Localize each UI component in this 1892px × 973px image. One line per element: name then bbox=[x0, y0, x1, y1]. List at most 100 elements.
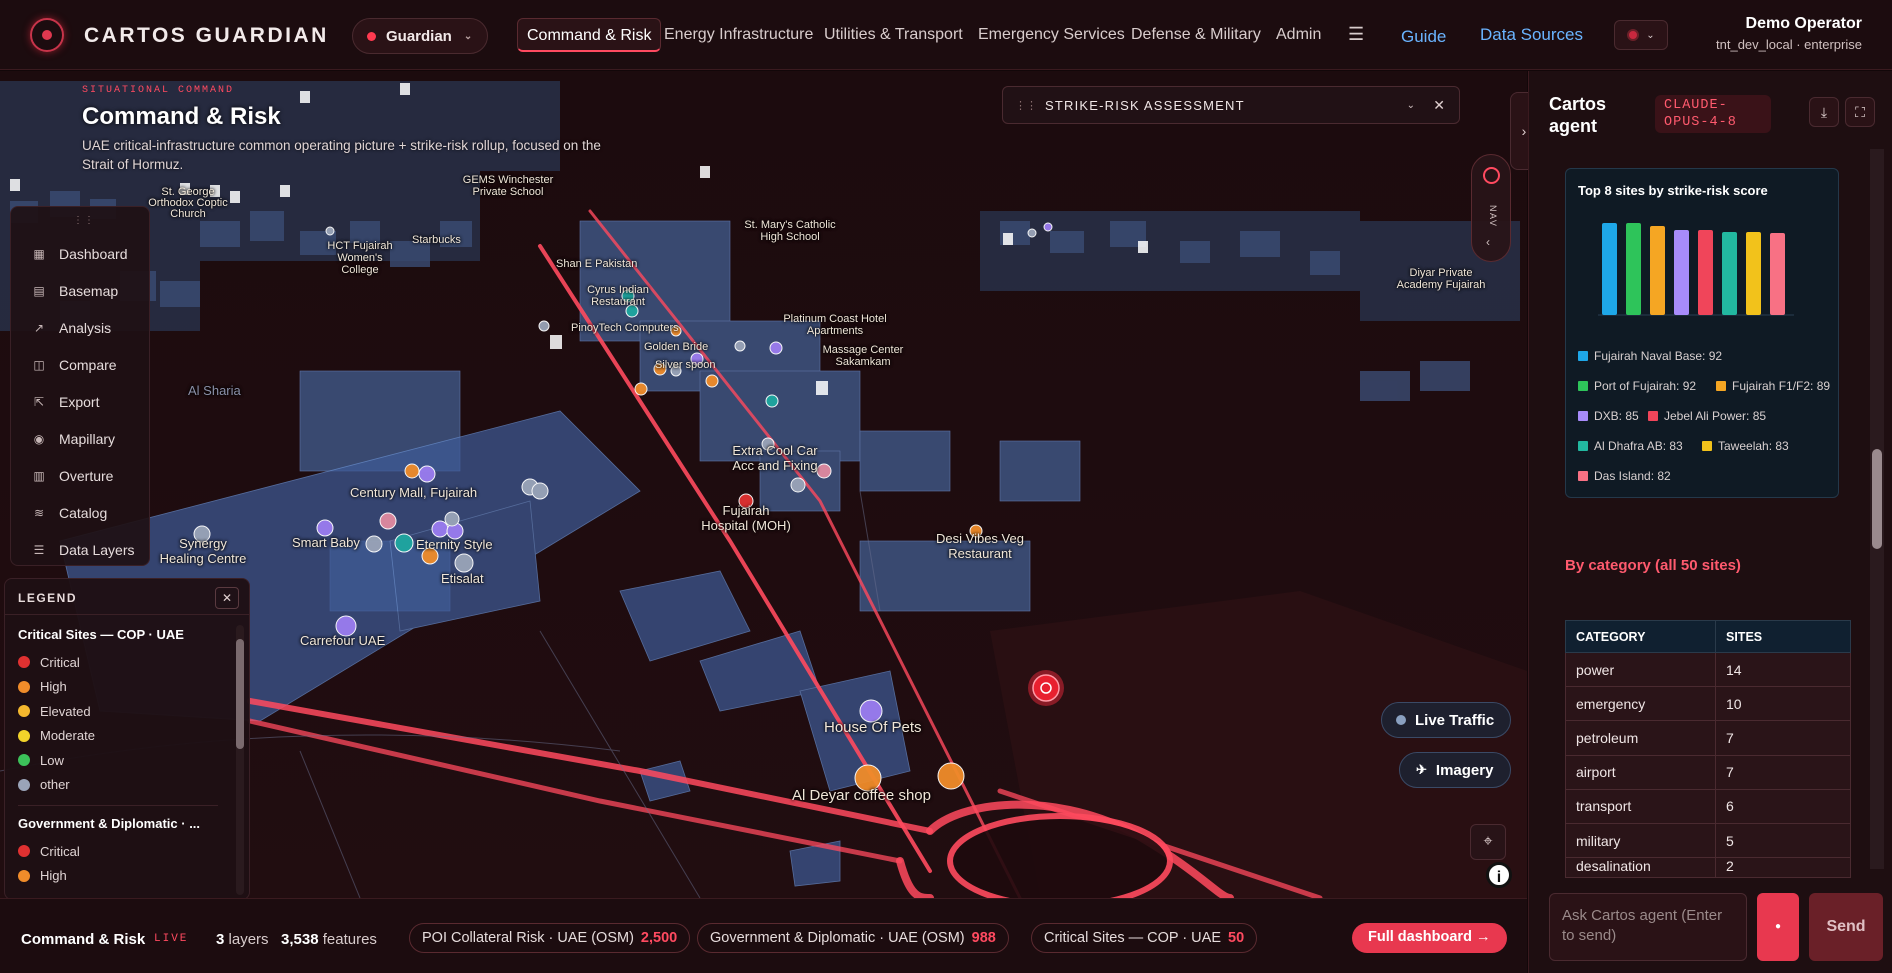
map-label[interactable]: HCT Fujairah Women's College bbox=[320, 240, 400, 276]
menu-icon[interactable]: ☰ bbox=[1348, 24, 1364, 45]
tab-defense-military[interactable]: Defense & Military bbox=[1131, 26, 1261, 44]
chart-bar[interactable]: Fujairah F1/F2 bbox=[1650, 226, 1665, 315]
data-sources-link[interactable]: Data Sources bbox=[1480, 25, 1583, 45]
imagery-button[interactable]: ✈ Imagery bbox=[1399, 752, 1511, 788]
map-label[interactable]: Fujairah Hospital (MOH) bbox=[700, 503, 792, 533]
workspace-selector[interactable]: Guardian ⌄ bbox=[352, 18, 488, 54]
agent-input[interactable]: Ask Cartos agent (Enter to send) bbox=[1549, 893, 1747, 961]
expand-icon[interactable]: ⛶ bbox=[1845, 97, 1875, 127]
map-label[interactable]: Smart Baby bbox=[292, 535, 360, 550]
map-label[interactable]: Al Deyar coffee shop bbox=[792, 787, 931, 804]
chart-legend-item: Das Island: 82 bbox=[1578, 469, 1671, 483]
chevron-down-icon[interactable]: ⌄ bbox=[1407, 100, 1415, 111]
chart-bar[interactable]: DXB bbox=[1674, 230, 1689, 315]
info-icon[interactable]: i bbox=[1486, 862, 1512, 888]
legend-label: Al Dhafra AB: 83 bbox=[1594, 439, 1683, 453]
map-label[interactable]: Carrefour UAE bbox=[300, 633, 385, 648]
map-label[interactable]: Massage Center Sakamkam bbox=[818, 344, 908, 368]
map-label[interactable]: St. Mary's Catholic High School bbox=[742, 219, 838, 243]
record-dropdown-button[interactable]: ⌄ bbox=[1614, 20, 1668, 50]
features-count: 3,538 features bbox=[281, 931, 377, 948]
tab-energy-infrastructure[interactable]: Energy Infrastructure bbox=[664, 26, 813, 44]
layer-chip-government[interactable]: Government & Diplomatic · UAE (OSM) 988 bbox=[697, 923, 1009, 953]
compass-icon[interactable] bbox=[1483, 167, 1500, 184]
table-cell: petroleum bbox=[1565, 720, 1716, 756]
close-icon[interactable]: ✕ bbox=[1433, 97, 1445, 114]
sidebar-item-label: Data Layers bbox=[59, 541, 135, 558]
live-traffic-button[interactable]: Live Traffic bbox=[1381, 702, 1511, 738]
mic-icon[interactable]: ● bbox=[1757, 893, 1799, 961]
chart-bar[interactable]: Taweelah bbox=[1746, 232, 1761, 315]
sidebar-item-dashboard[interactable]: ▦ Dashboard bbox=[11, 235, 149, 272]
nav-control[interactable]: NAV ‹ bbox=[1471, 154, 1511, 262]
model-badge[interactable]: CLAUDE-OPUS-4-8 bbox=[1655, 95, 1771, 133]
drag-handle-icon[interactable]: ⋮⋮ bbox=[73, 215, 95, 226]
map-label[interactable]: St. George Orthodox Coptic Church bbox=[138, 187, 238, 220]
map-canvas[interactable]: SITUATIONAL COMMAND Command & Risk UAE c… bbox=[0, 71, 1527, 898]
map-label[interactable]: GEMS Winchester Private School bbox=[458, 174, 558, 198]
scrollbar-thumb[interactable] bbox=[1872, 449, 1882, 549]
user-name[interactable]: Demo Operator bbox=[1746, 15, 1862, 33]
drag-handle-icon[interactable]: ⋮⋮ bbox=[1015, 99, 1037, 112]
locate-icon[interactable]: ⌖ bbox=[1470, 824, 1506, 860]
layer-chip-poi[interactable]: POI Collateral Risk · UAE (OSM) 2,500 bbox=[409, 923, 691, 953]
sidebar-item-compare[interactable]: ◫ Compare bbox=[11, 346, 149, 383]
sidebar-item-catalog[interactable]: ≋ Catalog bbox=[11, 494, 149, 531]
map-label[interactable]: Diyar Private Academy Fujairah bbox=[1396, 267, 1486, 291]
map-label[interactable]: PinoyTech Computers bbox=[571, 322, 679, 334]
table-row: power 14 bbox=[1565, 651, 1851, 688]
map-label[interactable]: Silver spoon bbox=[655, 359, 716, 371]
map-label[interactable]: Etisalat bbox=[441, 571, 484, 586]
close-icon[interactable]: ✕ bbox=[215, 587, 239, 609]
map-label[interactable]: Desi Vibes Veg Restaurant bbox=[930, 531, 1030, 561]
chip-label: Critical Sites — COP · UAE bbox=[1044, 930, 1221, 946]
chart-bar[interactable]: Al Dhafra AB bbox=[1722, 232, 1737, 315]
send-button[interactable]: Send bbox=[1809, 893, 1883, 961]
chevron-left-icon[interactable]: ‹ bbox=[1486, 235, 1490, 249]
sidebar-item-mapillary[interactable]: ◉ Mapillary bbox=[11, 420, 149, 457]
strike-risk-panel[interactable]: ⋮⋮ STRIKE-RISK ASSESSMENT ⌄ ✕ bbox=[1002, 86, 1460, 124]
sidebar-item-export[interactable]: ⇱ Export bbox=[11, 383, 149, 420]
tab-utilities-transport[interactable]: Utilities & Transport bbox=[824, 26, 963, 44]
tab-command-risk[interactable]: Command & Risk bbox=[517, 18, 662, 52]
legend-item-label: Critical bbox=[40, 843, 80, 859]
sidebar-item-data-layers[interactable]: ☰ Data Layers bbox=[11, 531, 149, 568]
sidebar-item-basemap[interactable]: ▤ Basemap bbox=[11, 272, 149, 309]
tab-emergency-services[interactable]: Emergency Services bbox=[978, 26, 1125, 44]
chip-label: Government & Diplomatic · UAE (OSM) bbox=[710, 930, 965, 946]
tab-admin[interactable]: Admin bbox=[1276, 26, 1321, 44]
sidebar-item-overture[interactable]: ▥ Overture bbox=[11, 457, 149, 494]
live-indicator: LIVE bbox=[154, 933, 189, 945]
legend-item-label: High bbox=[40, 868, 67, 884]
table-cell: military bbox=[1565, 822, 1716, 859]
download-icon[interactable]: ⤓ bbox=[1809, 97, 1839, 127]
legend-label: Fujairah Naval Base: 92 bbox=[1594, 349, 1723, 363]
legend-scrollbar[interactable] bbox=[236, 625, 244, 895]
map-label[interactable]: Synergy Healing Centre bbox=[158, 536, 248, 566]
legend-swatch-icon bbox=[1578, 411, 1588, 421]
map-label[interactable]: Golden Bride bbox=[644, 341, 708, 353]
agent-scrollbar[interactable] bbox=[1870, 149, 1884, 869]
map-label[interactable]: Platinum Coast Hotel Apartments bbox=[780, 313, 890, 337]
map-icon: ▤ bbox=[33, 283, 45, 298]
sidebar-item-analysis[interactable]: ↗ Analysis bbox=[11, 309, 149, 346]
map-label[interactable]: Starbucks bbox=[412, 234, 461, 246]
agent-title: Cartos agent bbox=[1549, 94, 1607, 136]
guide-link[interactable]: Guide bbox=[1401, 27, 1446, 47]
scrollbar-thumb[interactable] bbox=[236, 639, 244, 749]
logo-icon[interactable] bbox=[30, 18, 64, 52]
map-label[interactable]: Extra Cool Car Acc and Fixing bbox=[730, 443, 820, 473]
chart-bar[interactable]: Das Island bbox=[1770, 233, 1785, 315]
bar-chart: Fujairah Naval Base Port of Fujairah Fujai… bbox=[1598, 223, 1794, 316]
map-label[interactable]: Eternity Style bbox=[416, 537, 493, 552]
swatch-icon bbox=[18, 778, 30, 791]
map-label[interactable]: Cyrus Indian Restaurant bbox=[578, 284, 658, 308]
map-label[interactable]: Shan E Pakistan bbox=[556, 258, 637, 270]
chart-bar[interactable]: Port of Fujairah bbox=[1626, 223, 1641, 315]
chart-bar[interactable]: Jebel Ali Power bbox=[1698, 230, 1713, 315]
chart-bar[interactable]: Fujairah Naval Base bbox=[1602, 223, 1617, 315]
map-label[interactable]: Century Mall, Fujairah bbox=[350, 485, 477, 500]
map-label[interactable]: House Of Pets bbox=[824, 719, 922, 736]
layer-chip-critical-sites[interactable]: Critical Sites — COP · UAE 50 bbox=[1031, 923, 1258, 953]
full-dashboard-button[interactable]: Full dashboard → bbox=[1352, 923, 1507, 953]
